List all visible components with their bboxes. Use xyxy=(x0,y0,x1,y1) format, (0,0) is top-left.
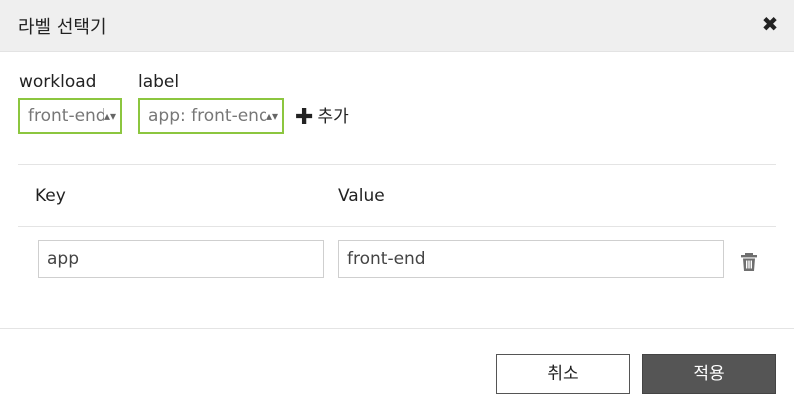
trash-icon[interactable] xyxy=(740,252,758,272)
add-button-label: 추가 xyxy=(317,107,349,127)
label-select-value: app: front-end xyxy=(148,106,270,126)
key-input[interactable] xyxy=(38,240,324,278)
label-select[interactable]: app: front-end ▴▾ xyxy=(138,98,284,134)
dialog-title: 라벨 선택기 xyxy=(18,17,107,38)
value-input[interactable] xyxy=(338,240,724,278)
footer-divider xyxy=(0,328,794,329)
workload-select[interactable]: front-end ▴▾ xyxy=(18,98,122,134)
select-caret-icon: ▴▾ xyxy=(266,100,278,132)
close-icon[interactable]: ✖ xyxy=(760,12,780,36)
divider xyxy=(18,226,776,227)
add-button[interactable]: ✚ 추가 xyxy=(295,102,349,130)
plus-icon: ✚ xyxy=(295,105,314,130)
dialog-header: 라벨 선택기 ✖ xyxy=(0,0,794,52)
workload-select-value: front-end xyxy=(28,106,107,126)
value-column-header: Value xyxy=(338,186,385,206)
apply-button[interactable]: 적용 xyxy=(642,354,776,394)
key-column-header: Key xyxy=(35,186,66,206)
workload-field-label: workload xyxy=(19,72,97,92)
select-caret-icon: ▴▾ xyxy=(104,100,116,132)
label-selector-dialog: 라벨 선택기 ✖ workload label front-end ▴▾ app… xyxy=(0,0,794,412)
cancel-button[interactable]: 취소 xyxy=(496,354,630,394)
label-field-label: label xyxy=(138,72,180,92)
trash-icon-graphic xyxy=(741,253,757,271)
divider xyxy=(18,164,776,165)
